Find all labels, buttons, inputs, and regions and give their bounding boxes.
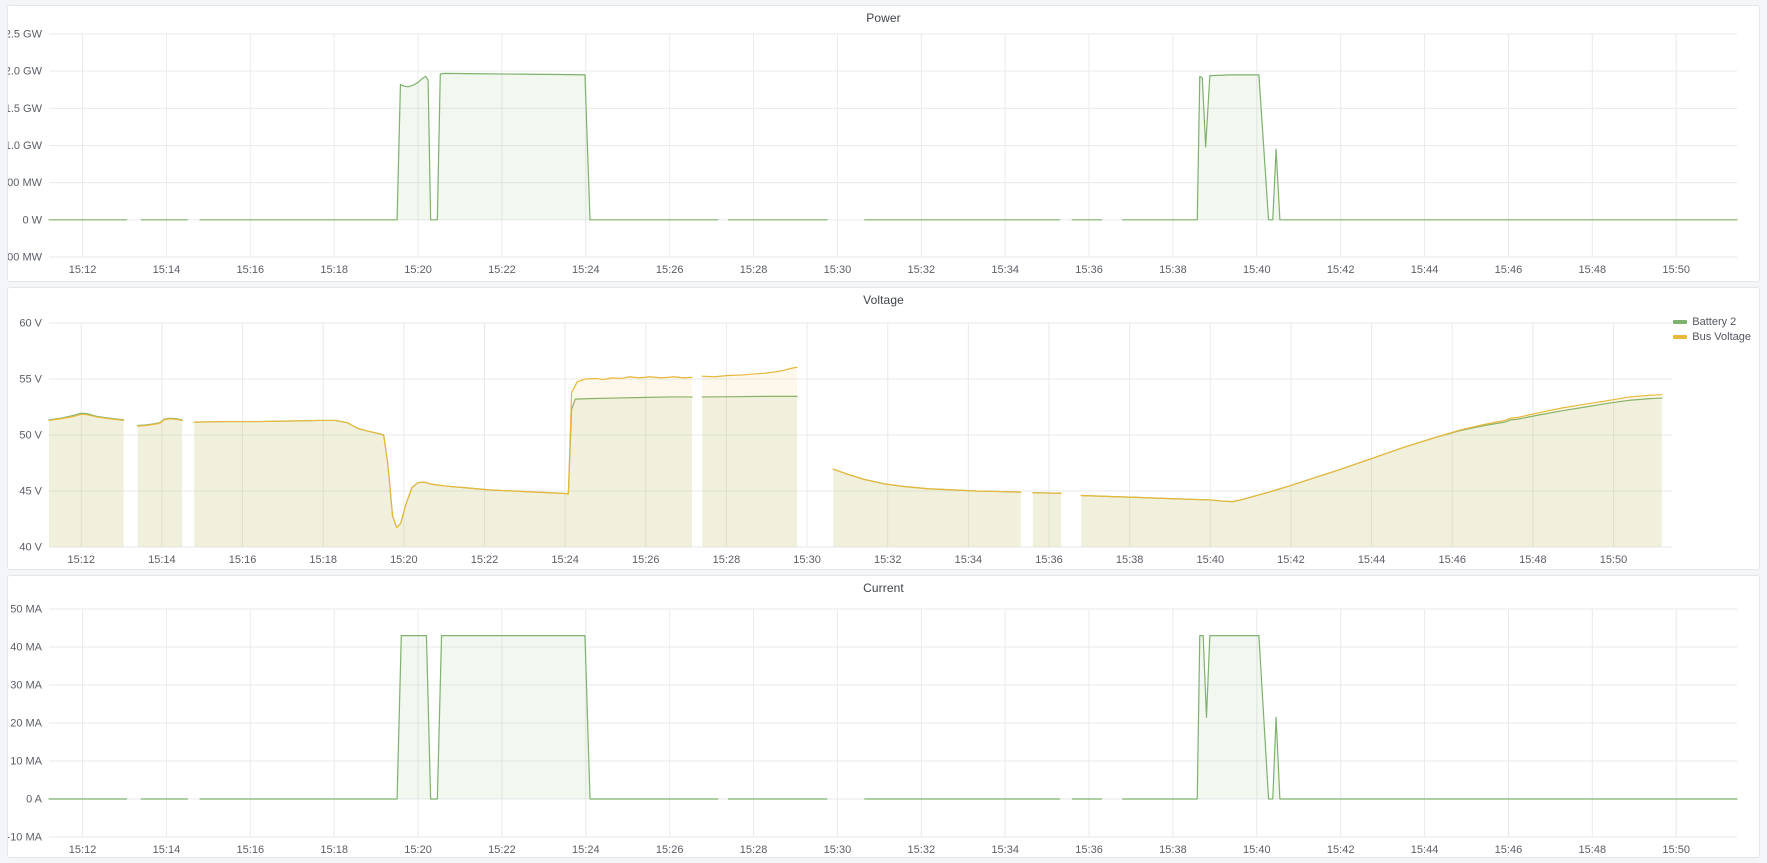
- svg-text:15:12: 15:12: [69, 844, 97, 856]
- svg-text:15:36: 15:36: [1075, 844, 1103, 856]
- svg-text:2.5 GW: 2.5 GW: [8, 29, 43, 41]
- svg-text:15:34: 15:34: [955, 554, 983, 566]
- svg-text:15:36: 15:36: [1035, 554, 1063, 566]
- svg-text:15:18: 15:18: [309, 554, 337, 566]
- svg-text:15:46: 15:46: [1438, 554, 1466, 566]
- current-chart[interactable]: -10 MA 0 A 10 MA 20 MA 30 MA 40 MA 50 MA 15:12 1…: [8, 576, 1759, 857]
- svg-text:1.0 GW: 1.0 GW: [8, 140, 43, 152]
- svg-text:15:18: 15:18: [320, 264, 348, 276]
- svg-text:15:44: 15:44: [1411, 844, 1439, 856]
- svg-text:0 W: 0 W: [22, 214, 42, 226]
- panel-current: Current -10 MA 0 A 10 MA 20 MA 30 MA 40 MA 50 …: [7, 575, 1760, 858]
- svg-text:15:28: 15:28: [713, 554, 741, 566]
- svg-text:15:40: 15:40: [1243, 844, 1271, 856]
- svg-text:50 V: 50 V: [19, 430, 42, 442]
- svg-text:15:50: 15:50: [1662, 264, 1690, 276]
- voltage-chart[interactable]: 40 V 45 V 50 V 55 V 60 V 15:12 15:14 15:16 15:18…: [8, 288, 1759, 569]
- svg-text:15:34: 15:34: [991, 844, 1019, 856]
- svg-text:2.0 GW: 2.0 GW: [8, 66, 43, 78]
- svg-text:15:16: 15:16: [237, 264, 265, 276]
- legend-label: Bus Voltage: [1692, 331, 1751, 343]
- svg-text:15:34: 15:34: [991, 264, 1019, 276]
- svg-text:45 V: 45 V: [19, 486, 42, 498]
- legend: Battery 2 Bus Voltage: [1673, 316, 1751, 343]
- svg-text:10 MA: 10 MA: [10, 756, 42, 768]
- svg-text:15:12: 15:12: [67, 554, 95, 566]
- svg-text:30 MA: 30 MA: [10, 680, 42, 692]
- svg-text:55 V: 55 V: [19, 374, 42, 386]
- svg-text:500 MW: 500 MW: [8, 177, 43, 189]
- legend-item-bus-voltage[interactable]: Bus Voltage: [1673, 331, 1751, 343]
- panel-voltage: Voltage 40 V 45 V 50 V 55 V 60 V 15:12 15:14 15…: [7, 287, 1760, 570]
- svg-text:15:44: 15:44: [1358, 554, 1386, 566]
- svg-text:40 V: 40 V: [19, 542, 42, 554]
- svg-text:15:14: 15:14: [153, 844, 181, 856]
- power-chart[interactable]: -500 MW 0 W 500 MW 1.0 GW 1.5 GW 2.0 GW 2.5 GW…: [8, 6, 1759, 281]
- svg-text:15:20: 15:20: [390, 554, 418, 566]
- svg-text:15:48: 15:48: [1579, 264, 1607, 276]
- svg-text:15:24: 15:24: [572, 844, 600, 856]
- svg-text:15:22: 15:22: [488, 844, 516, 856]
- svg-text:15:40: 15:40: [1197, 554, 1225, 566]
- svg-text:60 V: 60 V: [19, 318, 42, 330]
- svg-text:15:42: 15:42: [1277, 554, 1305, 566]
- svg-text:-500 MW: -500 MW: [8, 252, 43, 264]
- svg-text:20 MA: 20 MA: [10, 718, 42, 730]
- svg-text:15:32: 15:32: [874, 554, 902, 566]
- svg-text:15:22: 15:22: [471, 554, 499, 566]
- svg-text:15:48: 15:48: [1579, 844, 1607, 856]
- svg-text:50 MA: 50 MA: [10, 604, 42, 616]
- svg-text:15:36: 15:36: [1075, 264, 1103, 276]
- svg-text:15:12: 15:12: [69, 264, 97, 276]
- svg-text:15:28: 15:28: [740, 264, 768, 276]
- svg-text:15:44: 15:44: [1411, 264, 1439, 276]
- svg-text:15:48: 15:48: [1519, 554, 1547, 566]
- svg-text:15:20: 15:20: [404, 844, 432, 856]
- svg-text:15:24: 15:24: [551, 554, 579, 566]
- panel-title-current[interactable]: Current: [8, 581, 1759, 595]
- svg-text:0 A: 0 A: [26, 794, 43, 806]
- legend-label: Battery 2: [1692, 316, 1736, 328]
- battery-2-swatch-icon: [1673, 320, 1687, 324]
- svg-text:15:30: 15:30: [824, 844, 852, 856]
- bus-voltage-swatch-icon: [1673, 335, 1687, 339]
- svg-text:15:26: 15:26: [632, 554, 660, 566]
- legend-item-battery-2[interactable]: Battery 2: [1673, 316, 1751, 328]
- svg-text:15:14: 15:14: [148, 554, 176, 566]
- svg-text:15:16: 15:16: [237, 844, 265, 856]
- panel-title-power[interactable]: Power: [8, 11, 1759, 25]
- dashboard: Power -500 MW 0 W 500 MW 1.0 GW 1.5 GW 2.0 GW…: [7, 5, 1760, 858]
- svg-text:15:50: 15:50: [1600, 554, 1628, 566]
- svg-text:15:20: 15:20: [404, 264, 432, 276]
- svg-text:15:30: 15:30: [793, 554, 821, 566]
- svg-text:15:38: 15:38: [1159, 264, 1187, 276]
- svg-text:15:50: 15:50: [1662, 844, 1690, 856]
- svg-text:15:38: 15:38: [1159, 844, 1187, 856]
- svg-text:15:14: 15:14: [153, 264, 181, 276]
- svg-text:15:38: 15:38: [1116, 554, 1144, 566]
- svg-text:15:26: 15:26: [656, 264, 684, 276]
- svg-text:15:46: 15:46: [1495, 264, 1523, 276]
- svg-text:15:22: 15:22: [488, 264, 516, 276]
- svg-text:15:40: 15:40: [1243, 264, 1271, 276]
- panel-title-voltage[interactable]: Voltage: [8, 293, 1759, 307]
- svg-text:15:32: 15:32: [908, 264, 936, 276]
- svg-text:15:32: 15:32: [908, 844, 936, 856]
- svg-text:1.5 GW: 1.5 GW: [8, 103, 43, 115]
- svg-text:15:46: 15:46: [1495, 844, 1523, 856]
- svg-text:15:30: 15:30: [824, 264, 852, 276]
- svg-text:15:42: 15:42: [1327, 264, 1355, 276]
- svg-text:15:26: 15:26: [656, 844, 684, 856]
- svg-text:40 MA: 40 MA: [10, 642, 42, 654]
- svg-text:-10 MA: -10 MA: [8, 832, 43, 844]
- svg-text:15:24: 15:24: [572, 264, 600, 276]
- panel-power: Power -500 MW 0 W 500 MW 1.0 GW 1.5 GW 2.0 GW…: [7, 5, 1760, 282]
- svg-text:15:16: 15:16: [229, 554, 257, 566]
- svg-text:15:18: 15:18: [320, 844, 348, 856]
- svg-text:15:42: 15:42: [1327, 844, 1355, 856]
- svg-text:15:28: 15:28: [740, 844, 768, 856]
